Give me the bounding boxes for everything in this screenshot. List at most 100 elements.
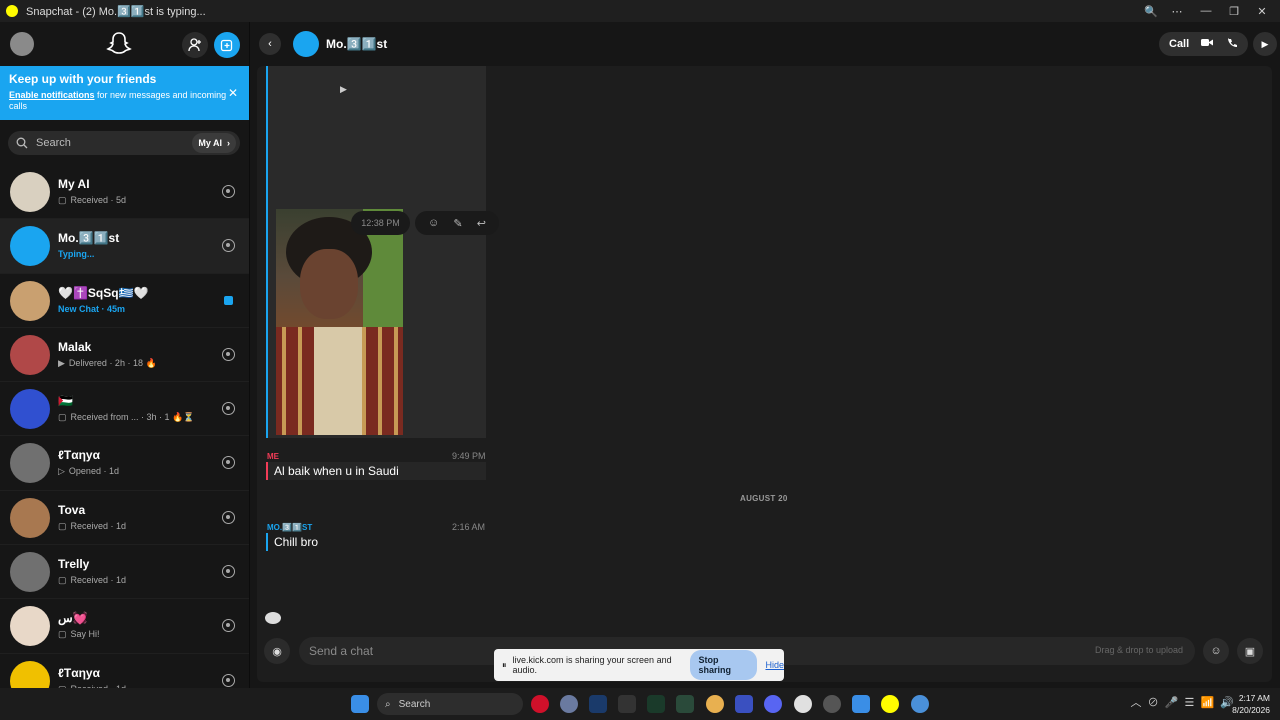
chat-name: Malak bbox=[58, 339, 92, 354]
chrome-icon[interactable] bbox=[911, 695, 929, 713]
app-icon[interactable] bbox=[823, 695, 841, 713]
chat-avatar[interactable] bbox=[10, 389, 50, 430]
edit-icon[interactable]: ✎ bbox=[453, 217, 462, 230]
taskbar-search-label: Search bbox=[398, 698, 431, 710]
add-friend-button[interactable] bbox=[182, 32, 208, 58]
camera-icon[interactable] bbox=[222, 402, 235, 416]
chat-avatar[interactable] bbox=[10, 280, 50, 321]
start-icon[interactable] bbox=[351, 695, 369, 713]
chat-status: ▢Received · 1d bbox=[58, 575, 126, 586]
chat-status: ▶ Delivered · 2h · 18 🔥 bbox=[58, 358, 157, 369]
steam-icon[interactable] bbox=[589, 695, 607, 713]
opera-icon[interactable] bbox=[531, 695, 549, 713]
chat-status-text: Received · 5d bbox=[70, 195, 127, 205]
date-separator: AUGUST 20 bbox=[740, 494, 788, 503]
banner-title: Keep up with your friends bbox=[9, 72, 157, 86]
video-snap[interactable]: ▶ bbox=[266, 66, 486, 206]
system-tray[interactable]: ︿ ⊘ 🎤 ☰ 📶 🔊 bbox=[1130, 694, 1234, 710]
app-icon[interactable] bbox=[618, 695, 636, 713]
status-icon: ▢ bbox=[58, 575, 67, 586]
reply-icon[interactable]: ↩ bbox=[477, 217, 486, 230]
notification-banner: Keep up with your friends Enable notific… bbox=[0, 66, 249, 120]
chat-row[interactable]: 🇵🇸 ▢ Received from ... · 3h · 1 🔥⏳ bbox=[0, 382, 249, 437]
chat-row[interactable]: Trelly ▢ Received · 1d bbox=[0, 545, 249, 600]
camera-button[interactable]: ◉ bbox=[264, 638, 290, 664]
chat-name: Trelly bbox=[58, 557, 90, 572]
close-window-button[interactable]: ✕ bbox=[1248, 0, 1276, 22]
snapchat-icon[interactable] bbox=[881, 695, 899, 713]
photo-clothing-center bbox=[314, 327, 362, 435]
chat-avatar[interactable] bbox=[10, 497, 50, 538]
chat-avatar[interactable] bbox=[10, 172, 50, 212]
photo-thumbnail[interactable] bbox=[276, 209, 403, 435]
photo-message[interactable] bbox=[266, 206, 486, 438]
maximize-button[interactable]: ❐ bbox=[1220, 0, 1248, 22]
chat-row[interactable]: Mo.3️⃣1️⃣st Typing... bbox=[0, 219, 249, 274]
app-icon[interactable] bbox=[706, 695, 724, 713]
chat-row[interactable]: 🤍✝️SqSq🇬🇷🤍 New Chat · 45m bbox=[0, 274, 249, 328]
media-timestamp: 12:38 PM bbox=[351, 211, 410, 235]
search-bar[interactable]: Search My AI › bbox=[8, 131, 240, 155]
camera-icon[interactable] bbox=[222, 619, 235, 633]
zoom-icon[interactable]: 🔍 bbox=[1137, 0, 1165, 22]
chat-row[interactable]: ℓTαηуα▢Received · 1d bbox=[0, 654, 249, 688]
settings-icon[interactable] bbox=[560, 695, 578, 713]
photos-icon[interactable] bbox=[852, 695, 870, 713]
back-button[interactable]: ‹ bbox=[259, 33, 281, 55]
chat-row[interactable]: Tova ▢ Received · 1d bbox=[0, 491, 249, 546]
chat-avatar[interactable] bbox=[10, 552, 50, 593]
react-emoji-icon[interactable]: ☺ bbox=[428, 217, 439, 229]
contact-name[interactable]: Mo.3️⃣1️⃣st bbox=[326, 37, 387, 51]
chat-avatar[interactable] bbox=[10, 334, 50, 375]
minimize-button[interactable]: — bbox=[1192, 0, 1220, 22]
new-chat-button[interactable] bbox=[214, 32, 240, 58]
chat-avatar[interactable] bbox=[10, 660, 50, 688]
call-button-group[interactable]: Call bbox=[1159, 32, 1248, 56]
drag-drop-hint: Drag & drop to upload bbox=[1095, 645, 1184, 655]
app-icon[interactable] bbox=[676, 695, 694, 713]
camera-icon[interactable] bbox=[222, 673, 235, 687]
contact-avatar[interactable] bbox=[293, 31, 319, 57]
emoji-button[interactable]: ☺ bbox=[1203, 638, 1229, 664]
chat-name: 🤍✝️SqSq🇬🇷🤍 bbox=[58, 285, 149, 300]
chat-avatar[interactable] bbox=[10, 606, 50, 647]
my-ai-button[interactable]: My AI › bbox=[192, 133, 236, 153]
chat-row[interactable]: My AI ▢ Received · 5d bbox=[0, 165, 249, 220]
chat-status-text: Typing... bbox=[58, 249, 95, 260]
enable-notifications-link[interactable]: Enable notifications bbox=[9, 90, 95, 100]
chat-avatar[interactable] bbox=[10, 443, 50, 484]
chat-row[interactable]: س💓 ▢ Say Hi! bbox=[0, 599, 249, 654]
chat-row[interactable]: ℓTαηуα ▷ Opened · 1d bbox=[0, 436, 249, 491]
hide-button[interactable]: Hide bbox=[765, 660, 784, 670]
camera-icon[interactable] bbox=[222, 239, 235, 253]
camera-icon[interactable] bbox=[222, 456, 235, 470]
camera-icon[interactable] bbox=[222, 347, 235, 361]
chat-row[interactable]: Malak ▶ Delivered · 2h · 18 🔥 bbox=[0, 328, 249, 383]
terminal-icon[interactable] bbox=[647, 695, 665, 713]
camera-icon[interactable] bbox=[222, 565, 235, 579]
photo-face bbox=[300, 249, 358, 319]
share-text: live.kick.com is sharing your screen and… bbox=[512, 655, 672, 675]
chat-status-text: New Chat · 45m bbox=[58, 303, 126, 314]
banner-close-icon[interactable]: ✕ bbox=[228, 86, 238, 100]
message-area: ▶ 12:38 PM ☺ ✎ ↩ ME 9:49 PM Al baik when… bbox=[257, 66, 1272, 682]
camera-icon[interactable] bbox=[222, 185, 235, 198]
profile-avatar[interactable] bbox=[10, 32, 34, 56]
play-games-button[interactable]: ▶ bbox=[1253, 32, 1277, 56]
video-call-icon[interactable] bbox=[1201, 38, 1214, 50]
cloud-icon[interactable] bbox=[794, 695, 812, 713]
chat-status-text: Received · 1d bbox=[70, 575, 127, 586]
camera-icon[interactable] bbox=[222, 510, 235, 524]
call-label: Call bbox=[1169, 38, 1190, 50]
chat-name: Tova bbox=[58, 502, 86, 517]
more-icon[interactable]: ⋯ bbox=[1163, 0, 1191, 22]
app-icon[interactable] bbox=[735, 695, 753, 713]
phone-icon[interactable] bbox=[1227, 37, 1238, 51]
chat-avatar[interactable] bbox=[10, 226, 50, 267]
discord-icon[interactable] bbox=[764, 695, 782, 713]
sticker-button[interactable]: ▣ bbox=[1237, 638, 1263, 664]
chat-status: ▢ Received from ... · 3h · 1 🔥⏳ bbox=[58, 412, 194, 423]
stop-sharing-button[interactable]: Stop sharing bbox=[689, 650, 758, 680]
taskbar-search[interactable]: ⌕ Search bbox=[377, 693, 523, 715]
clock[interactable]: 2:17 AM 8/20/2026 bbox=[1232, 692, 1270, 716]
